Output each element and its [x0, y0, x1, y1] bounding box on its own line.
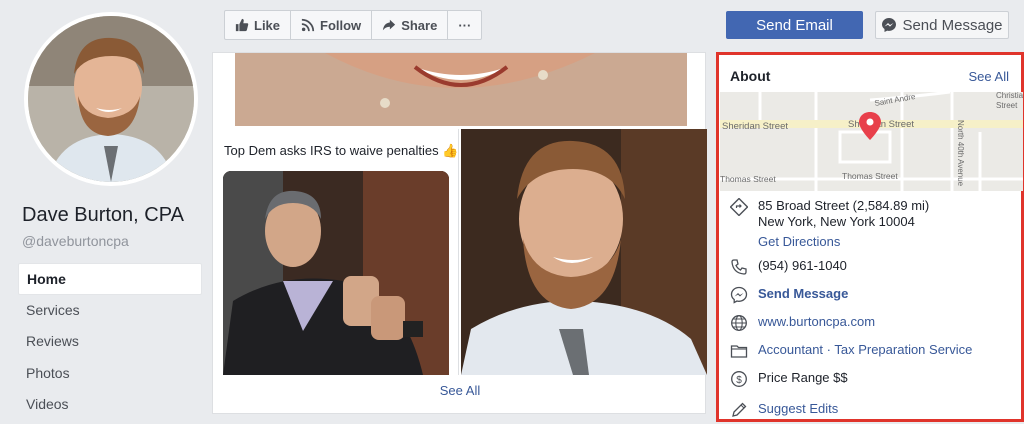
share-arrow-icon — [383, 19, 396, 31]
profile-photo-large[interactable] — [461, 129, 707, 375]
thumbs-up-icon — [235, 18, 249, 32]
price-range: Price Range $$ — [758, 370, 848, 385]
like-label: Like — [254, 17, 281, 33]
messenger-icon — [730, 286, 748, 304]
phone-icon — [731, 259, 747, 275]
share-label: Share — [401, 17, 438, 33]
follow-button[interactable]: Follow — [291, 11, 373, 39]
nav-item-videos[interactable]: Videos — [18, 389, 202, 421]
nav-item-photos[interactable]: Photos — [18, 358, 202, 390]
about-price-row: $ Price Range $$ — [730, 370, 848, 388]
address-line-1: 85 Broad Street (2,584.89 mi) — [758, 198, 930, 213]
about-phone-row: (954) 961-1040 — [730, 258, 847, 276]
ellipsis-icon: ··· — [458, 17, 472, 33]
send-message-button[interactable]: Send Message — [875, 11, 1009, 39]
post-caption: Top Dem asks IRS to waive penalties 👍 — [224, 143, 459, 158]
about-see-all-link[interactable]: See All — [969, 69, 1009, 84]
send-message-link[interactable]: Send Message — [758, 286, 848, 302]
about-address-row: 85 Broad Street (2,584.89 mi) New York, … — [730, 198, 929, 250]
send-email-button[interactable]: Send Email — [726, 11, 863, 39]
map-label-thomas-left: Thomas Street — [720, 174, 776, 184]
folder-icon — [730, 345, 748, 358]
about-title: About — [730, 68, 771, 84]
rss-icon — [301, 18, 315, 32]
page-handle: @daveburtoncpa — [22, 233, 129, 249]
map-label-sheridan-right: Sheridan Street — [848, 119, 914, 130]
send-message-label: Send Message — [902, 16, 1003, 34]
map-label-christian-2: Street — [996, 101, 1018, 110]
phone-number[interactable]: (954) 961-1040 — [758, 258, 847, 274]
nav-item-home[interactable]: Home — [18, 263, 202, 295]
get-directions-link[interactable]: Get Directions — [758, 234, 929, 250]
location-diamond-icon — [730, 198, 748, 216]
nav-item-reviews[interactable]: Reviews — [18, 326, 202, 358]
dollar-circle-icon: $ — [731, 371, 747, 387]
location-map[interactable]: Sheridan Street Sheridan Street Thomas S… — [720, 92, 1023, 191]
page-action-bar: Like Follow Share ··· — [224, 10, 483, 40]
more-options-button[interactable]: ··· — [448, 11, 481, 39]
about-website-row: www.burtoncpa.com — [730, 314, 875, 332]
map-label-north: North 40th Avenue — [956, 120, 965, 187]
pencil-icon — [732, 402, 747, 417]
about-panel: About See All Sheridan Street Sheridan S… — [716, 52, 1024, 422]
nav-item-services[interactable]: Services — [18, 295, 202, 327]
globe-icon — [731, 315, 747, 331]
page-nav: Home Services Reviews Photos Videos — [18, 263, 202, 421]
page-title[interactable]: Dave Burton, CPA — [22, 204, 184, 227]
follow-label: Follow — [320, 17, 362, 33]
profile-avatar[interactable] — [24, 12, 198, 186]
about-message-row: Send Message — [730, 286, 848, 304]
address-line-2: New York, New York 10004 — [758, 214, 915, 229]
map-label-thomas-mid: Thomas Street — [842, 171, 898, 181]
suggest-edits-link[interactable]: Suggest Edits — [758, 401, 838, 417]
about-category-row: Accountant · Tax Preparation Service — [730, 342, 972, 360]
map-label-christian: Christia — [996, 92, 1023, 100]
like-button[interactable]: Like — [225, 11, 292, 39]
photos-section: Top Dem asks IRS to waive penalties 👍 Se… — [212, 52, 707, 414]
post-image[interactable] — [223, 171, 449, 375]
map-label-sheridan-left: Sheridan Street — [722, 121, 788, 132]
messenger-icon — [882, 18, 897, 32]
left-column: Dave Burton, CPA @daveburtoncpa Home Ser… — [0, 0, 208, 424]
cover-photo-crop[interactable] — [235, 53, 687, 126]
website-link[interactable]: www.burtoncpa.com — [758, 314, 875, 330]
svg-text:$: $ — [736, 375, 742, 386]
photos-see-all-link[interactable]: See All — [213, 383, 707, 398]
shared-post-card[interactable]: Top Dem asks IRS to waive penalties 👍 — [213, 129, 459, 375]
about-suggest-row: Suggest Edits — [730, 401, 838, 419]
category-link[interactable]: Accountant · Tax Preparation Service — [758, 342, 972, 358]
share-button[interactable]: Share — [372, 11, 449, 39]
